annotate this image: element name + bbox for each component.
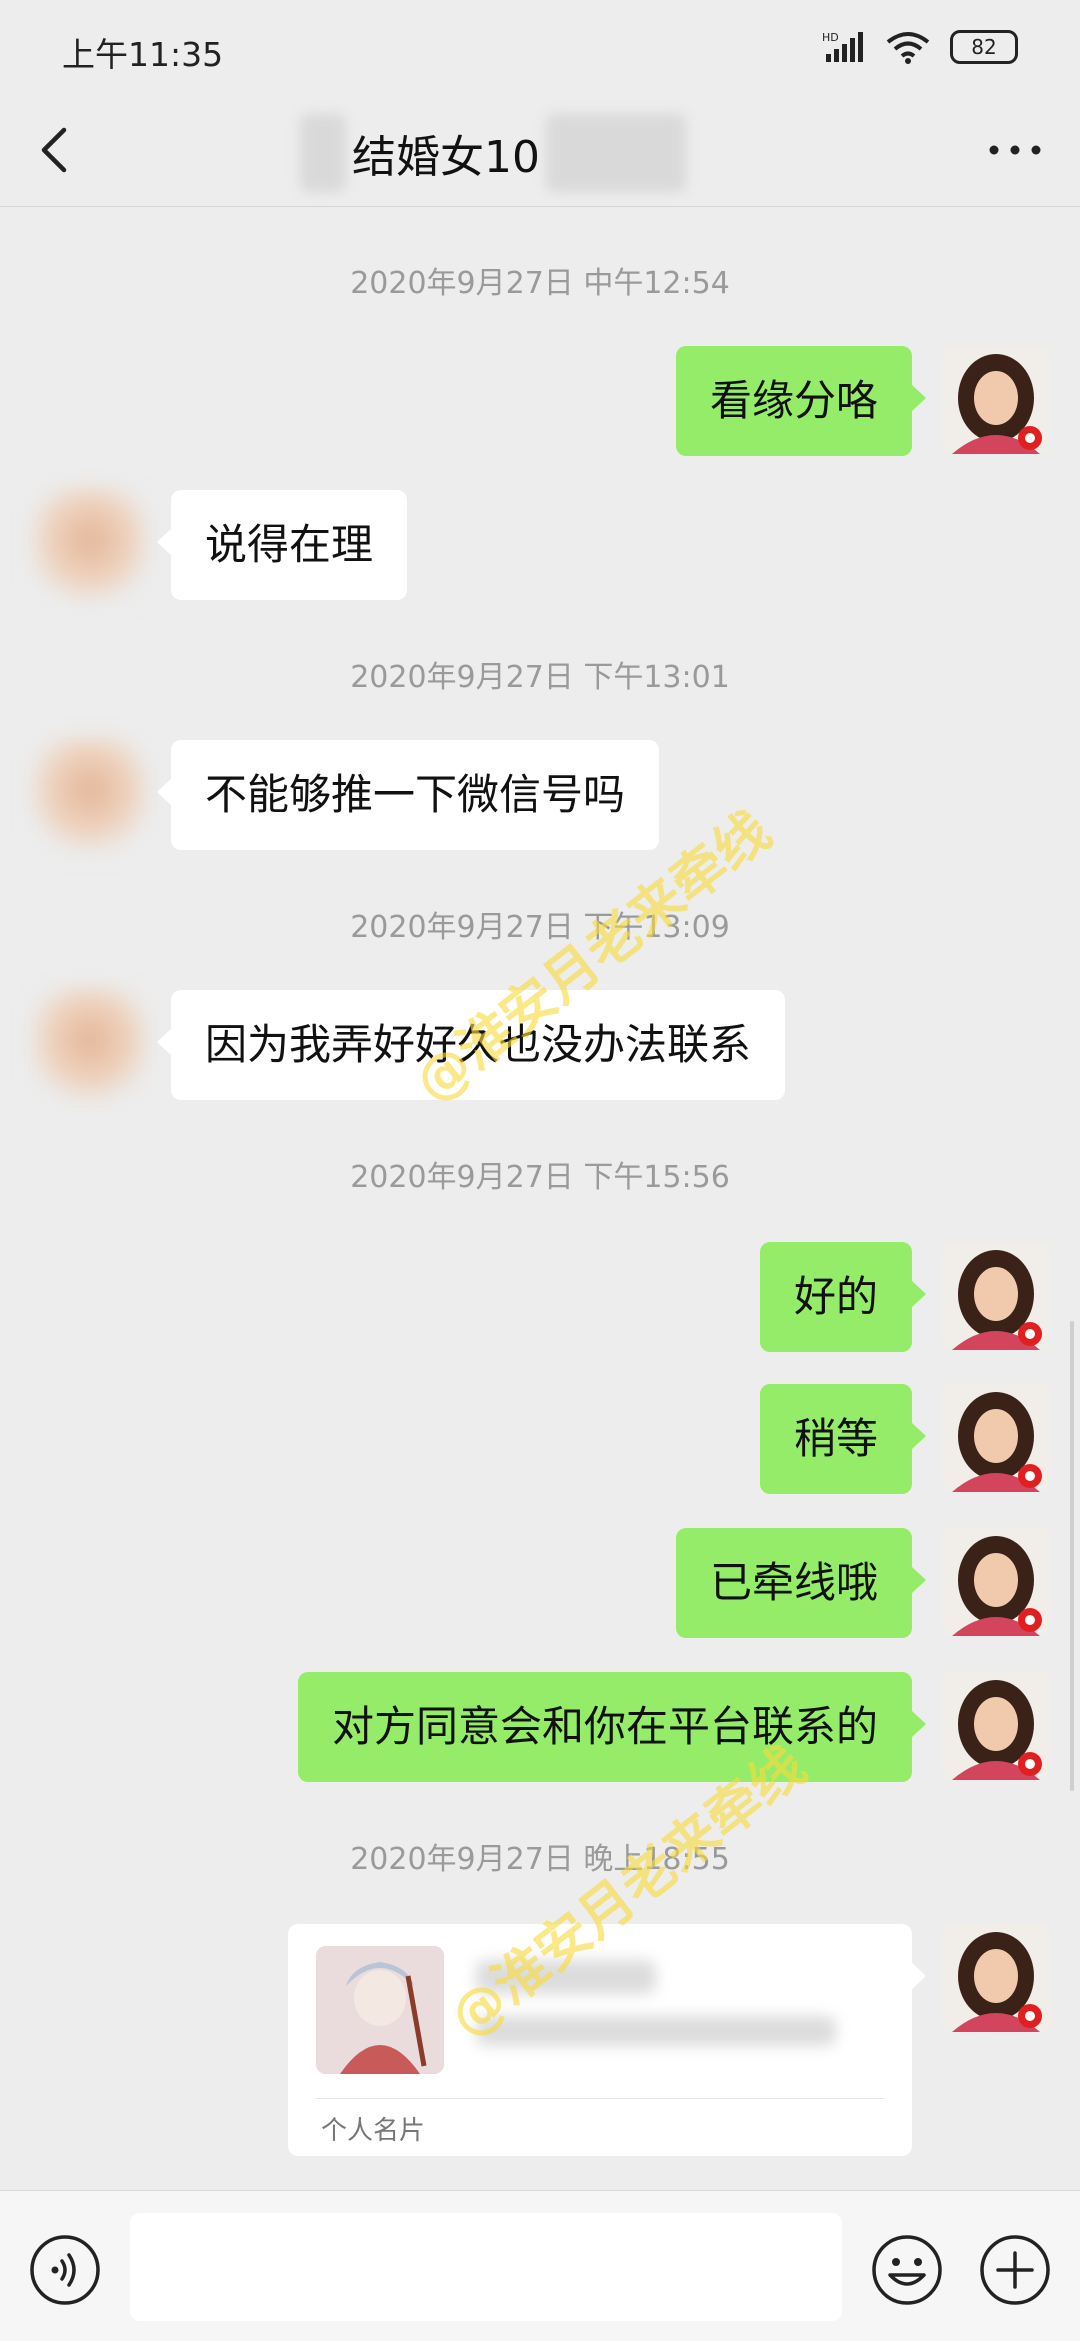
chat-title: 结婚女10 [352, 132, 540, 183]
chevron-left-icon[interactable] [30, 122, 80, 178]
message-timestamp: 2020年9月27日 下午15:56 [350, 1160, 730, 1195]
message-timestamp: 2020年9月27日 中午12:54 [350, 266, 730, 301]
avatar[interactable] [942, 1924, 1050, 2032]
user-avatar-image [942, 1242, 1050, 1350]
message-bubble-sent[interactable]: 稍等 [759, 1384, 927, 1494]
redacted-blur [546, 114, 686, 192]
contact-card[interactable]: 个人名片 [288, 1924, 926, 2156]
avatar[interactable] [30, 736, 150, 856]
message-row-sent: 看缘分咯 [0, 346, 1080, 456]
avatar[interactable] [942, 1384, 1050, 1492]
message-row-received: 不能够推一下微信号吗 [0, 736, 1080, 856]
contact-card-avatar [316, 1946, 444, 2074]
user-avatar-image [942, 1672, 1050, 1780]
message-bubble-received[interactable]: 不能够推一下微信号吗 [156, 740, 660, 850]
user-avatar-image [942, 1384, 1050, 1492]
card-divider [316, 2098, 884, 2099]
chat-header: 结婚女10 [0, 96, 1080, 207]
user-avatar-image [942, 1528, 1050, 1636]
message-bubble-received[interactable]: 说得在理 [156, 490, 408, 600]
status-icons: HD 82 [822, 30, 1018, 64]
message-list[interactable]: 2020年9月27日 中午12:54 看缘分咯 说得在理 2020年9月27日 … [0, 206, 1080, 2190]
avatar[interactable] [942, 1528, 1050, 1636]
status-bar: 上午11:35 HD 82 [0, 0, 1080, 96]
scrollbar[interactable] [1070, 1321, 1074, 1791]
message-bubble-sent[interactable]: 好的 [759, 1242, 927, 1352]
message-row-sent: 对方同意会和你在平台联系的 [0, 1672, 1080, 1782]
more-dots-icon[interactable] [980, 122, 1050, 178]
avatar[interactable] [942, 1672, 1050, 1780]
chat-title-area: 结婚女10 [300, 114, 686, 192]
message-input[interactable] [130, 2213, 842, 2321]
message-row-received: 说得在理 [0, 486, 1080, 606]
avatar[interactable] [30, 486, 150, 606]
message-row-sent: 已牵线哦 [0, 1528, 1080, 1638]
message-timestamp: 2020年9月27日 下午13:09 [350, 910, 730, 945]
message-bubble-sent[interactable]: 看缘分咯 [675, 346, 927, 456]
avatar[interactable] [942, 1242, 1050, 1350]
message-timestamp: 2020年9月27日 下午13:01 [350, 660, 730, 695]
redacted-blur [476, 2016, 836, 2046]
user-avatar-image [942, 1924, 1050, 2032]
message-row-sent: 好的 [0, 1242, 1080, 1352]
message-bubble-sent[interactable]: 对方同意会和你在平台联系的 [297, 1672, 927, 1782]
signal-icon: HD [822, 31, 863, 62]
message-timestamp: 2020年9月27日 晚上18:55 [350, 1842, 730, 1877]
matchmaker-illustration-icon [316, 1946, 444, 2074]
battery-indicator: 82 [950, 30, 1018, 64]
user-avatar-image [942, 346, 1050, 454]
contact-card-label: 个人名片 [321, 2116, 426, 2146]
avatar[interactable] [30, 986, 150, 1106]
plus-icon[interactable] [978, 2233, 1052, 2307]
avatar[interactable] [942, 346, 1050, 454]
message-row-sent: 稍等 [0, 1384, 1080, 1494]
status-time: 上午11:35 [62, 35, 224, 74]
wifi-icon [886, 32, 930, 64]
svg-text:HD: HD [822, 31, 839, 44]
redacted-blur [300, 114, 346, 192]
emoji-icon[interactable] [870, 2233, 944, 2307]
chat-input-bar [0, 2190, 1080, 2341]
message-bubble-sent[interactable]: 已牵线哦 [675, 1528, 927, 1638]
voice-icon[interactable] [28, 2233, 102, 2307]
